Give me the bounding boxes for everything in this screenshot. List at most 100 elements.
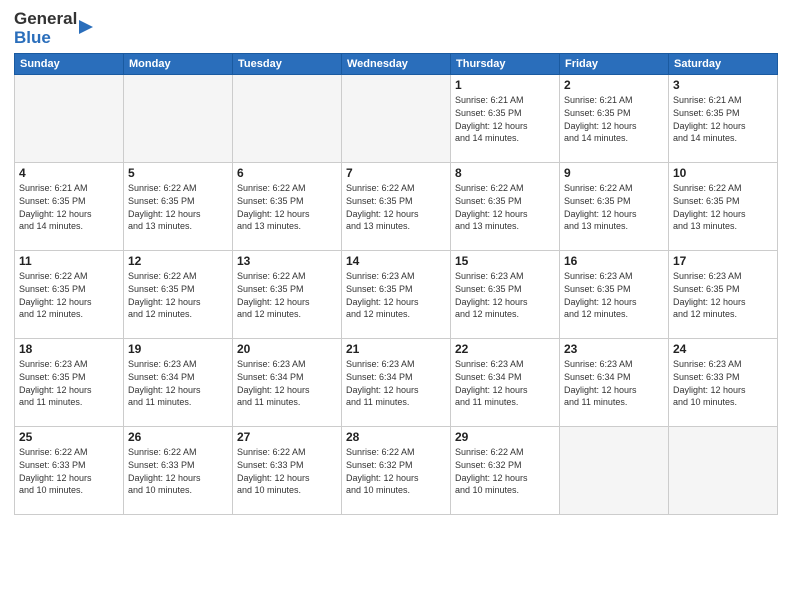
- calendar-cell: 15Sunrise: 6:23 AMSunset: 6:35 PMDayligh…: [451, 251, 560, 339]
- day-info: Sunrise: 6:23 AMSunset: 6:33 PMDaylight:…: [673, 358, 773, 408]
- day-number: 9: [564, 166, 664, 180]
- day-info: Sunrise: 6:22 AMSunset: 6:32 PMDaylight:…: [346, 446, 446, 496]
- logo: General Blue: [14, 10, 93, 47]
- day-number: 8: [455, 166, 555, 180]
- day-info: Sunrise: 6:22 AMSunset: 6:35 PMDaylight:…: [564, 182, 664, 232]
- day-info: Sunrise: 6:23 AMSunset: 6:34 PMDaylight:…: [455, 358, 555, 408]
- calendar-header-tuesday: Tuesday: [233, 54, 342, 75]
- day-number: 7: [346, 166, 446, 180]
- day-number: 13: [237, 254, 337, 268]
- day-number: 19: [128, 342, 228, 356]
- day-number: 26: [128, 430, 228, 444]
- day-info: Sunrise: 6:21 AMSunset: 6:35 PMDaylight:…: [564, 94, 664, 144]
- calendar-cell: [233, 75, 342, 163]
- day-number: 6: [237, 166, 337, 180]
- calendar-cell: 22 Sunrise: 6:23 AMSunset: 6:34 PMDayligh…: [451, 339, 560, 427]
- day-number: 10: [673, 166, 773, 180]
- header: General Blue: [14, 10, 778, 47]
- day-number: 18: [19, 342, 119, 356]
- calendar-cell: 2 Sunrise: 6:21 AMSunset: 6:35 PMDaylight…: [560, 75, 669, 163]
- calendar-cell: 12Sunrise: 6:22 AMSunset: 6:35 PMDayligh…: [124, 251, 233, 339]
- day-info: Sunrise: 6:23 AMSunset: 6:35 PMDaylight:…: [346, 270, 446, 320]
- day-number: 29: [455, 430, 555, 444]
- calendar-cell: 4 Sunrise: 6:21 AMSunset: 6:35 PMDaylight…: [15, 163, 124, 251]
- calendar-header-row: SundayMondayTuesdayWednesdayThursdayFrid…: [15, 54, 778, 75]
- day-info: Sunrise: 6:22 AMSunset: 6:33 PMDaylight:…: [19, 446, 119, 496]
- calendar-cell: 9 Sunrise: 6:22 AMSunset: 6:35 PMDaylight…: [560, 163, 669, 251]
- day-number: 21: [346, 342, 446, 356]
- calendar-cell: 3 Sunrise: 6:21 AMSunset: 6:35 PMDaylight…: [669, 75, 778, 163]
- calendar-header-sunday: Sunday: [15, 54, 124, 75]
- logo-text: General Blue: [14, 10, 77, 47]
- day-info: Sunrise: 6:23 AMSunset: 6:35 PMDaylight:…: [19, 358, 119, 408]
- calendar-week-row: 25Sunrise: 6:22 AMSunset: 6:33 PMDayligh…: [15, 427, 778, 515]
- day-number: 11: [19, 254, 119, 268]
- calendar-week-row: 4 Sunrise: 6:21 AMSunset: 6:35 PMDaylight…: [15, 163, 778, 251]
- calendar-cell: 16Sunrise: 6:23 AMSunset: 6:35 PMDayligh…: [560, 251, 669, 339]
- day-number: 5: [128, 166, 228, 180]
- day-info: Sunrise: 6:22 AMSunset: 6:35 PMDaylight:…: [128, 182, 228, 232]
- day-info: Sunrise: 6:23 AMSunset: 6:34 PMDaylight:…: [564, 358, 664, 408]
- calendar-cell: 13Sunrise: 6:22 AMSunset: 6:35 PMDayligh…: [233, 251, 342, 339]
- day-number: 23: [564, 342, 664, 356]
- calendar-cell: 28 Sunrise: 6:22 AMSunset: 6:32 PMDayligh…: [342, 427, 451, 515]
- calendar-header-thursday: Thursday: [451, 54, 560, 75]
- day-number: 24: [673, 342, 773, 356]
- calendar-cell: [124, 75, 233, 163]
- day-number: 20: [237, 342, 337, 356]
- calendar-table: SundayMondayTuesdayWednesdayThursdayFrid…: [14, 53, 778, 515]
- day-info: Sunrise: 6:23 AMSunset: 6:35 PMDaylight:…: [455, 270, 555, 320]
- calendar-header-wednesday: Wednesday: [342, 54, 451, 75]
- calendar-cell: [669, 427, 778, 515]
- day-number: 4: [19, 166, 119, 180]
- calendar-cell: 6 Sunrise: 6:22 AMSunset: 6:35 PMDaylight…: [233, 163, 342, 251]
- calendar-header-saturday: Saturday: [669, 54, 778, 75]
- day-number: 3: [673, 78, 773, 92]
- calendar-cell: 1 Sunrise: 6:21 AMSunset: 6:35 PMDaylight…: [451, 75, 560, 163]
- day-number: 22: [455, 342, 555, 356]
- logo-arrow-icon: [79, 20, 93, 39]
- calendar-cell: 26 Sunrise: 6:22 AMSunset: 6:33 PMDayligh…: [124, 427, 233, 515]
- day-info: Sunrise: 6:23 AMSunset: 6:34 PMDaylight:…: [237, 358, 337, 408]
- calendar-cell: 20 Sunrise: 6:23 AMSunset: 6:34 PMDayligh…: [233, 339, 342, 427]
- day-number: 28: [346, 430, 446, 444]
- day-info: Sunrise: 6:21 AMSunset: 6:35 PMDaylight:…: [455, 94, 555, 144]
- calendar-cell: 27 Sunrise: 6:22 AMSunset: 6:33 PMDayligh…: [233, 427, 342, 515]
- day-info: Sunrise: 6:22 AMSunset: 6:32 PMDaylight:…: [455, 446, 555, 496]
- day-info: Sunrise: 6:21 AMSunset: 6:35 PMDaylight:…: [673, 94, 773, 144]
- calendar-cell: 19 Sunrise: 6:23 AMSunset: 6:34 PMDayligh…: [124, 339, 233, 427]
- day-info: Sunrise: 6:23 AMSunset: 6:35 PMDaylight:…: [673, 270, 773, 320]
- day-number: 17: [673, 254, 773, 268]
- day-number: 1: [455, 78, 555, 92]
- calendar-cell: 24 Sunrise: 6:23 AMSunset: 6:33 PMDayligh…: [669, 339, 778, 427]
- day-info: Sunrise: 6:22 AMSunset: 6:35 PMDaylight:…: [673, 182, 773, 232]
- day-info: Sunrise: 6:23 AMSunset: 6:34 PMDaylight:…: [128, 358, 228, 408]
- day-info: Sunrise: 6:22 AMSunset: 6:33 PMDaylight:…: [128, 446, 228, 496]
- calendar-cell: 18 Sunrise: 6:23 AMSunset: 6:35 PMDayligh…: [15, 339, 124, 427]
- day-number: 14: [346, 254, 446, 268]
- page: General Blue SundayMondayTuesdayWednesda…: [0, 0, 792, 612]
- logo-blue: Blue: [14, 29, 77, 48]
- day-info: Sunrise: 6:23 AMSunset: 6:34 PMDaylight:…: [346, 358, 446, 408]
- calendar-week-row: 18 Sunrise: 6:23 AMSunset: 6:35 PMDayligh…: [15, 339, 778, 427]
- calendar-cell: [342, 75, 451, 163]
- day-info: Sunrise: 6:21 AMSunset: 6:35 PMDaylight:…: [19, 182, 119, 232]
- logo-general: General: [14, 10, 77, 29]
- calendar-header-friday: Friday: [560, 54, 669, 75]
- calendar-cell: 23 Sunrise: 6:23 AMSunset: 6:34 PMDayligh…: [560, 339, 669, 427]
- calendar-cell: 11 Sunrise: 6:22 AMSunset: 6:35 PMDayligh…: [15, 251, 124, 339]
- day-info: Sunrise: 6:22 AMSunset: 6:35 PMDaylight:…: [19, 270, 119, 320]
- day-info: Sunrise: 6:22 AMSunset: 6:33 PMDaylight:…: [237, 446, 337, 496]
- calendar-cell: 25Sunrise: 6:22 AMSunset: 6:33 PMDayligh…: [15, 427, 124, 515]
- calendar-cell: 8Sunrise: 6:22 AMSunset: 6:35 PMDaylight…: [451, 163, 560, 251]
- day-number: 16: [564, 254, 664, 268]
- day-info: Sunrise: 6:22 AMSunset: 6:35 PMDaylight:…: [346, 182, 446, 232]
- calendar-cell: 29 Sunrise: 6:22 AMSunset: 6:32 PMDayligh…: [451, 427, 560, 515]
- day-number: 2: [564, 78, 664, 92]
- calendar-cell: [15, 75, 124, 163]
- calendar-cell: 17 Sunrise: 6:23 AMSunset: 6:35 PMDayligh…: [669, 251, 778, 339]
- day-number: 27: [237, 430, 337, 444]
- calendar-cell: 14 Sunrise: 6:23 AMSunset: 6:35 PMDayligh…: [342, 251, 451, 339]
- day-info: Sunrise: 6:22 AMSunset: 6:35 PMDaylight:…: [237, 182, 337, 232]
- day-info: Sunrise: 6:22 AMSunset: 6:35 PMDaylight:…: [128, 270, 228, 320]
